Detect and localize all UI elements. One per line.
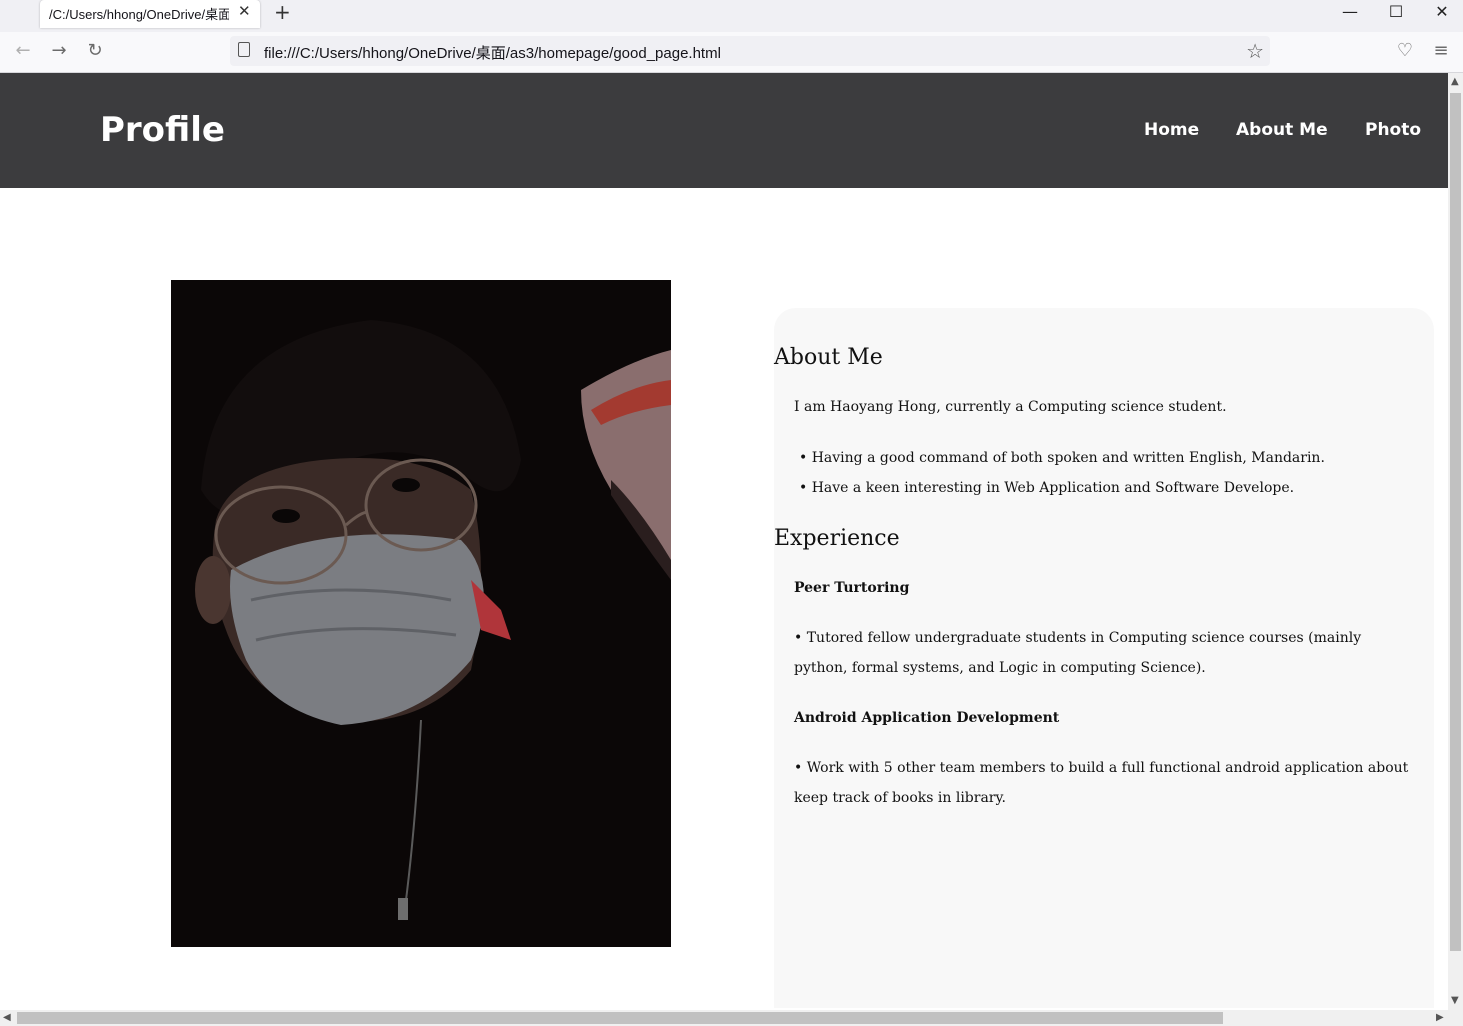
experience-item-title: Android Application Development: [794, 710, 1060, 726]
new-tab-button[interactable]: +: [274, 0, 291, 24]
menu-icon[interactable]: ≡: [1429, 40, 1453, 61]
scroll-down-icon[interactable]: ▼: [1451, 995, 1459, 1006]
about-bullet: • Have a keen interesting in Web Applica…: [799, 480, 1295, 496]
about-card: About Me I am Haoyang Hong, currently a …: [774, 308, 1434, 1008]
vertical-scroll-thumb[interactable]: [1450, 93, 1461, 951]
browser-tab-bar: /C:/Users/hhong/OneDrive/桌面/ ✕ + — ☐ ✕: [0, 0, 1463, 32]
vertical-scrollbar[interactable]: ▲ ▼: [1448, 73, 1463, 1010]
reload-icon[interactable]: ↻: [83, 40, 107, 61]
pocket-icon[interactable]: ♡: [1393, 40, 1417, 61]
back-arrow-icon[interactable]: ←: [11, 40, 35, 61]
maximize-icon[interactable]: ☐: [1381, 2, 1411, 21]
page-icon: [238, 42, 250, 57]
bookmark-star-icon[interactable]: ☆: [1246, 39, 1264, 63]
forward-arrow-icon[interactable]: →: [47, 40, 71, 61]
about-intro: I am Haoyang Hong, currently a Computing…: [794, 399, 1227, 415]
url-text[interactable]: file:///C:/Users/hhong/OneDrive/桌面/as3/h…: [264, 42, 721, 63]
experience-heading: Experience: [774, 526, 900, 551]
tab-title: /C:/Users/hhong/OneDrive/桌面/: [49, 7, 229, 22]
browser-toolbar: ← → ↻ file:///C:/Users/hhong/OneDrive/桌面…: [0, 32, 1463, 73]
about-bullet: • Having a good command of both spoken a…: [799, 450, 1325, 466]
tab-close-icon[interactable]: ✕: [238, 2, 251, 20]
about-heading: About Me: [774, 345, 883, 370]
nav-link-about-me[interactable]: About Me: [1236, 120, 1328, 140]
browser-tab[interactable]: /C:/Users/hhong/OneDrive/桌面/ ✕: [40, 0, 260, 28]
minimize-icon[interactable]: —: [1335, 2, 1365, 21]
site-header: Profile Home About Me Photo: [0, 73, 1448, 188]
nav-link-photo[interactable]: Photo: [1365, 120, 1421, 140]
profile-photo: [171, 280, 671, 947]
nav-link-home[interactable]: Home: [1144, 120, 1199, 140]
experience-item-desc: • Work with 5 other team members to buil…: [794, 760, 1409, 806]
horizontal-scroll-thumb[interactable]: [17, 1012, 1223, 1024]
scroll-up-icon[interactable]: ▲: [1451, 76, 1459, 87]
site-title: Profile: [100, 110, 225, 150]
experience-item-title: Peer Turtoring: [794, 580, 910, 596]
scroll-right-icon[interactable]: ▶: [1436, 1012, 1444, 1023]
url-bar[interactable]: file:///C:/Users/hhong/OneDrive/桌面/as3/h…: [230, 36, 1270, 66]
horizontal-scrollbar[interactable]: ◀ ▶: [0, 1010, 1463, 1026]
experience-item-desc: • Tutored fellow undergraduate students …: [794, 630, 1362, 676]
close-icon[interactable]: ✕: [1427, 2, 1457, 21]
scroll-left-icon[interactable]: ◀: [3, 1012, 11, 1023]
